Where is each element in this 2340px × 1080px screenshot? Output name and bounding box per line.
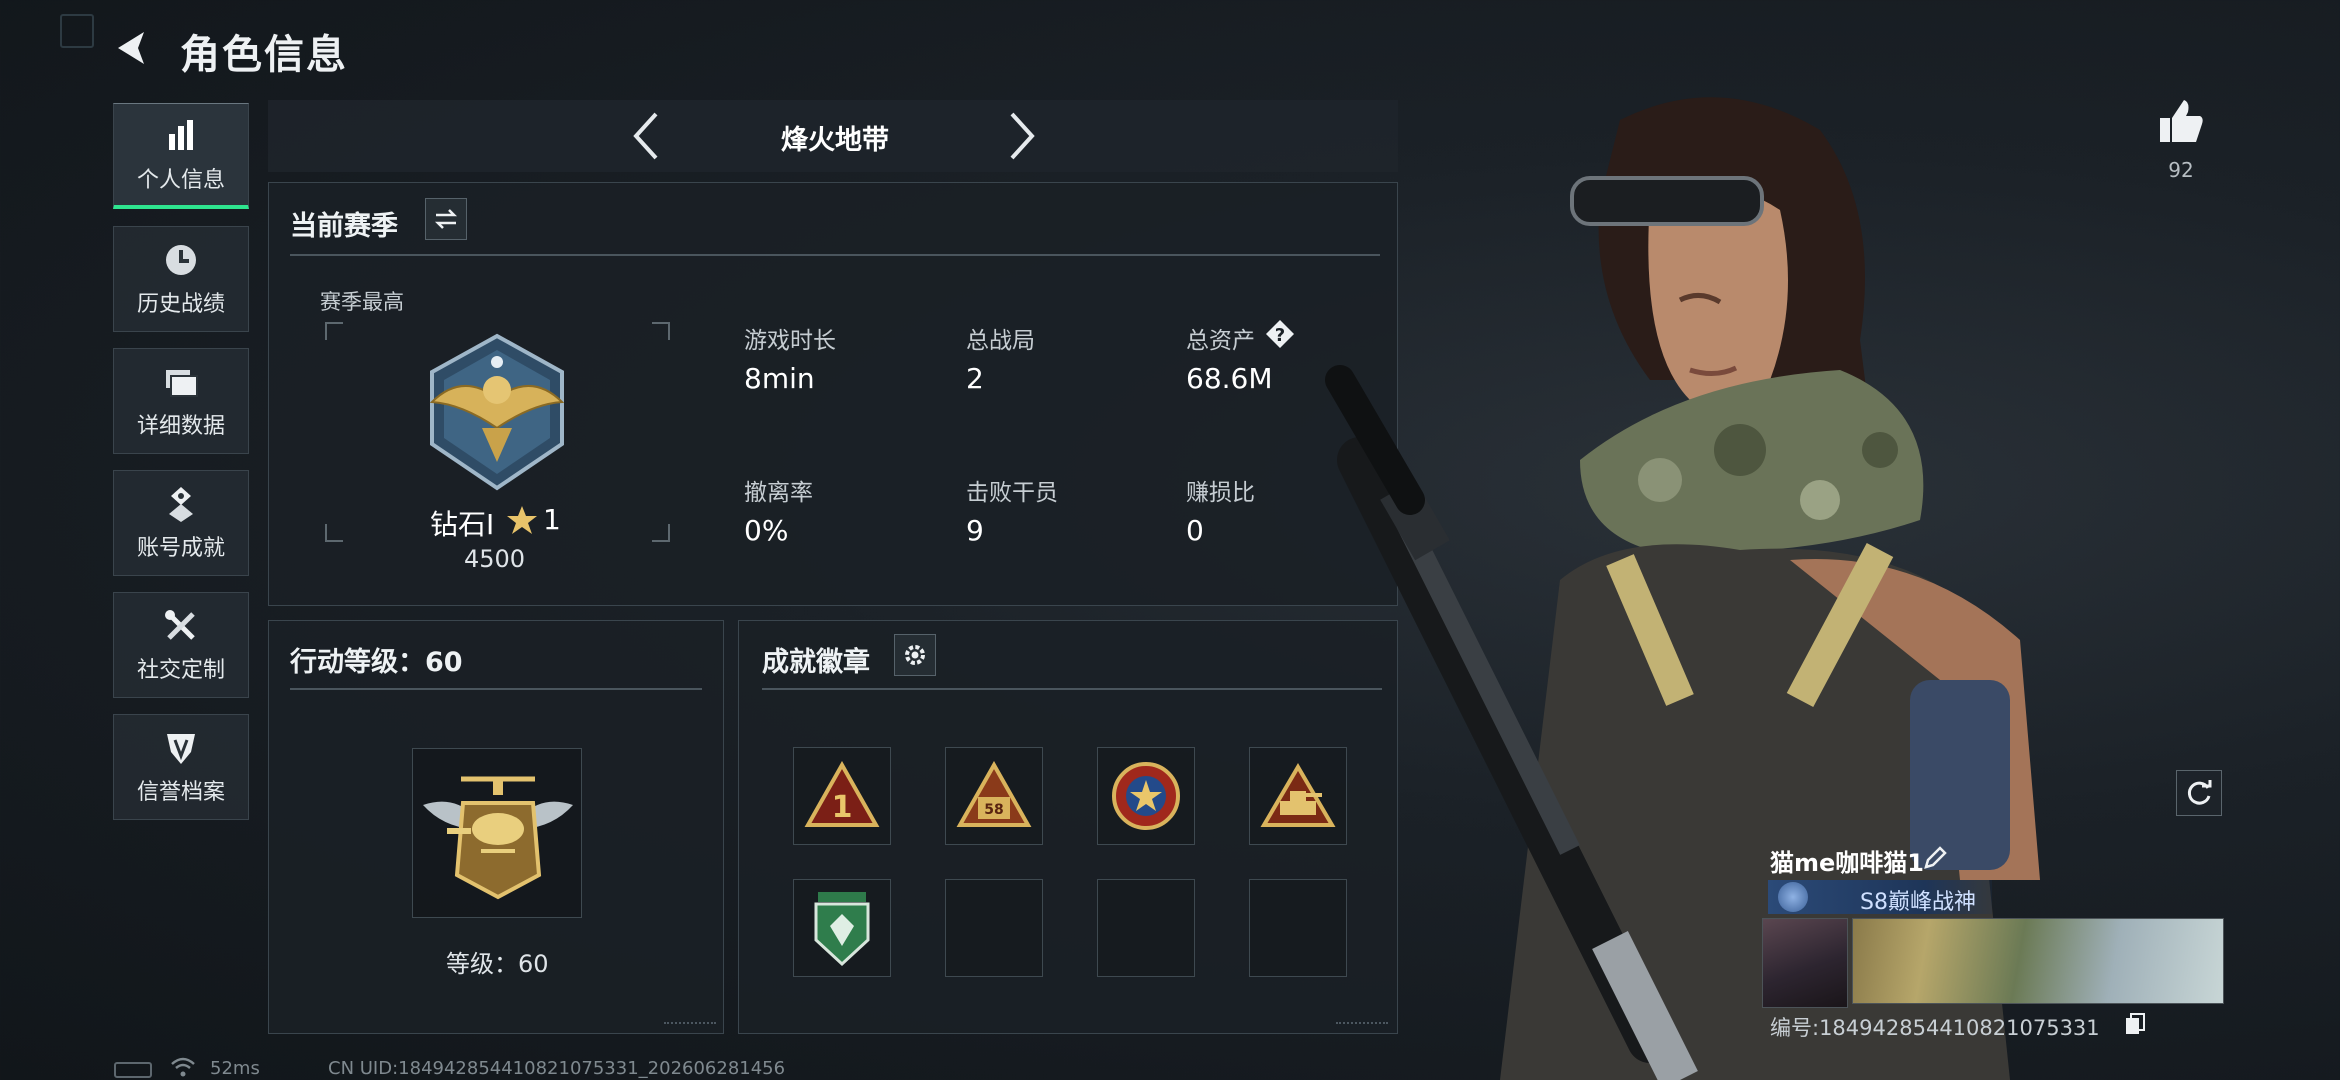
back-button[interactable] xyxy=(112,26,156,70)
sidebar-item-label: 个人信息 xyxy=(136,167,225,193)
bar-chart-icon xyxy=(169,119,193,150)
mode-name: 烽火地带 xyxy=(781,125,889,156)
stat-value: 8min xyxy=(744,362,815,395)
sidebar-item-label: 社交定制 xyxy=(136,658,225,683)
star-medal-badge-icon xyxy=(1112,762,1180,830)
sidebar-item-label: 历史战绩 xyxy=(136,292,225,317)
frame-corner xyxy=(325,322,343,340)
sidebar-item-label: 账号成就 xyxy=(136,536,225,561)
refresh-icon xyxy=(2187,780,2212,805)
like-button[interactable] xyxy=(2156,96,2206,146)
badge-slot[interactable]: 1 xyxy=(793,747,891,845)
frame-corner xyxy=(325,524,343,542)
wifi-icon xyxy=(170,1056,196,1078)
stat-label: 游戏时长 xyxy=(744,328,836,354)
stat-label: 撤离率 xyxy=(744,480,813,506)
panel-corner-decoration xyxy=(664,1014,716,1024)
svg-text:?: ? xyxy=(1275,325,1285,346)
badges-settings-button[interactable] xyxy=(894,634,936,676)
tools-icon xyxy=(165,610,195,640)
season-divider xyxy=(290,254,1380,256)
stat-label: 总资产 xyxy=(1186,328,1255,354)
profile-banner xyxy=(1852,918,2224,1004)
action-level-title: 行动等级：60 xyxy=(290,647,463,678)
season-title: 当前赛季 xyxy=(290,211,398,242)
stat-value: 2 xyxy=(966,362,984,395)
stat-value: 0% xyxy=(744,514,789,547)
badge-slot-empty[interactable] xyxy=(1097,879,1195,977)
sidebar-item-label: 详细数据 xyxy=(136,414,225,439)
back-arrow-icon xyxy=(118,32,144,64)
green-shield-badge-icon xyxy=(814,892,870,967)
page-title: 角色信息 xyxy=(180,32,348,78)
sidebar-item-credit[interactable]: 信誉档案 xyxy=(113,714,249,820)
stat-value: 9 xyxy=(966,514,984,547)
player-title: S8巅峰战神 xyxy=(1860,890,1976,915)
badges-divider xyxy=(762,688,1382,690)
mode-prev-button[interactable] xyxy=(626,108,666,164)
badge-slot-empty[interactable] xyxy=(945,879,1043,977)
battery-icon xyxy=(114,1062,152,1078)
gear-icon xyxy=(905,645,925,665)
sidebar-item-details[interactable]: 详细数据 xyxy=(113,348,249,454)
stat-label: 赚损比 xyxy=(1186,480,1255,506)
diamond-rank-emblem-icon xyxy=(429,333,565,491)
sidebar-item-personal-info[interactable]: 个人信息 xyxy=(113,103,249,209)
refresh-button[interactable] xyxy=(2176,770,2222,816)
player-uid: 编号:18494285441082107533​1 xyxy=(1770,1016,2100,1040)
title-emblem-icon xyxy=(1778,882,1808,912)
frame-corner xyxy=(652,524,670,542)
sidebar-item-achievements[interactable]: 账号成就 xyxy=(113,470,249,576)
rank-name: 钻石I xyxy=(430,508,495,541)
achievement-icon xyxy=(169,487,193,522)
edit-name-button[interactable] xyxy=(1922,845,1948,871)
copy-icon xyxy=(2126,1013,2145,1034)
help-icon[interactable]: ? xyxy=(1264,318,1296,350)
sidebar-item-social[interactable]: 社交定制 xyxy=(113,592,249,698)
ping-value: 52ms xyxy=(210,1058,260,1079)
copy-uid-button[interactable] xyxy=(2124,1012,2146,1036)
level-emblem-frame xyxy=(412,748,582,918)
frame-corner xyxy=(652,322,670,340)
rank-stars: 1 xyxy=(543,503,561,536)
peak-label: 赛季最高 xyxy=(320,290,404,314)
stat-label: 击败干员 xyxy=(966,480,1058,506)
chevron-right-icon xyxy=(1010,112,1035,160)
like-count: 92 xyxy=(2168,158,2194,182)
player-name: 猫me咖啡猫1 xyxy=(1770,849,1924,877)
corner-marker xyxy=(60,14,94,48)
footer-uid: CN UID:18494285441082107533​1_2026062814… xyxy=(328,1058,786,1079)
svg-text:58: 58 xyxy=(984,802,1003,818)
stat-value: 0 xyxy=(1186,514,1204,547)
pencil-icon xyxy=(1924,846,1947,869)
folder-icon xyxy=(166,370,198,397)
mode-next-button[interactable] xyxy=(1002,108,1042,164)
level-label: 等级：60 xyxy=(446,950,549,978)
chevron-left-icon xyxy=(633,112,658,160)
triangle-58-badge-icon: 58 xyxy=(956,761,1032,827)
badge-slot[interactable] xyxy=(793,879,891,977)
stat-value: 68.6M xyxy=(1186,362,1273,395)
svg-text:1: 1 xyxy=(832,790,853,825)
swap-icon xyxy=(434,209,458,229)
action-level-divider xyxy=(290,688,702,690)
badge-slot[interactable]: 58 xyxy=(945,747,1043,845)
badge-slot[interactable] xyxy=(1097,747,1195,845)
sidebar-item-history[interactable]: 历史战绩 xyxy=(113,226,249,332)
helicopter-level-emblem-icon xyxy=(423,776,573,900)
rank-points: 4500 xyxy=(464,545,526,573)
season-switch-button[interactable] xyxy=(425,198,467,240)
sidebar-item-label: 信誉档案 xyxy=(136,780,225,805)
thumbs-up-icon xyxy=(2160,100,2203,142)
star-icon xyxy=(507,506,537,534)
avatar[interactable] xyxy=(1762,918,1848,1008)
stat-label: 总战局 xyxy=(966,328,1035,354)
clock-icon xyxy=(166,245,196,275)
shield-icon xyxy=(167,734,195,764)
triangle-1-badge-icon: 1 xyxy=(804,761,880,827)
badges-title: 成就徽章 xyxy=(762,647,870,678)
